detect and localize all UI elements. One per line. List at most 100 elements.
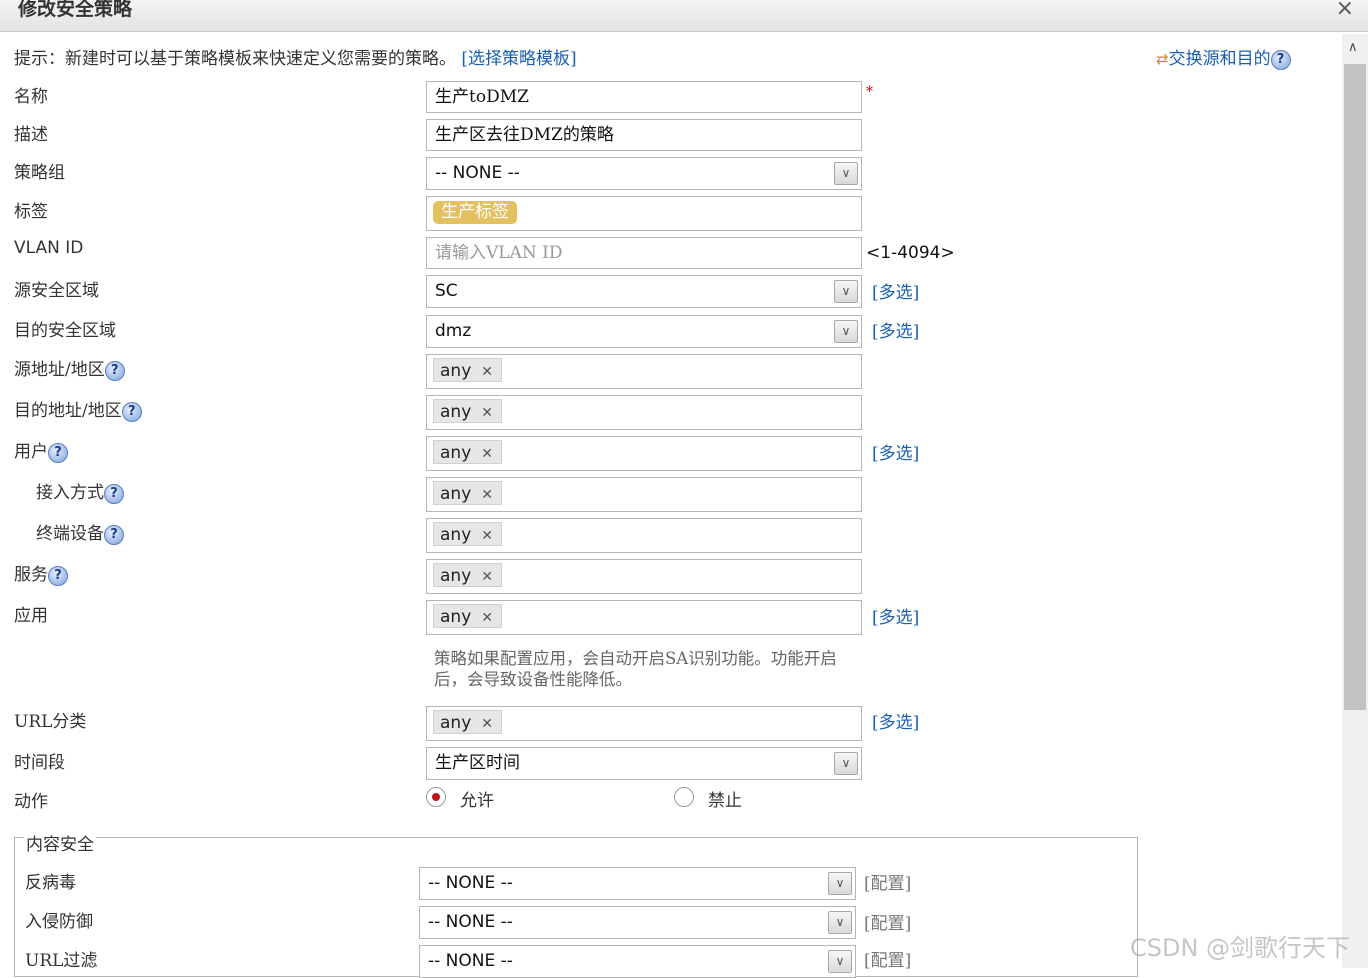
terminal-chip: any ✕ (433, 522, 502, 546)
dst-zone-multi-link[interactable]: [多选] (872, 317, 919, 342)
select-template-link[interactable]: [选择策略模板] (461, 49, 576, 69)
user-input[interactable]: any ✕ (426, 436, 862, 471)
app-multi-link[interactable]: [多选] (872, 603, 919, 628)
dst-addr-input[interactable]: any ✕ (426, 395, 862, 430)
access-label: 接入方式? (36, 478, 124, 504)
name-value: 生产toDMZ (435, 87, 529, 107)
src-zone-value: SC (435, 281, 458, 301)
desc-value: 生产区去往DMZ的策略 (435, 125, 614, 145)
chip-text: any (440, 713, 472, 733)
ips-select[interactable]: -- NONE -- ∨ (419, 906, 856, 939)
chip-text: any (440, 566, 472, 586)
chevron-down-icon[interactable]: ∨ (834, 162, 858, 185)
chip-text: any (440, 443, 472, 463)
chevron-down-icon[interactable]: ∨ (834, 752, 858, 775)
access-input[interactable]: any ✕ (426, 477, 862, 512)
help-icon[interactable]: ? (48, 565, 68, 586)
deny-label[interactable]: 禁止 (708, 786, 742, 811)
remove-icon[interactable]: ✕ (481, 446, 493, 462)
url-cat-multi-link[interactable]: [多选] (872, 708, 919, 733)
antivirus-label: 反病毒 (25, 873, 76, 893)
time-select[interactable]: 生产区时间 ∨ (426, 747, 862, 780)
url-filter-value: -- NONE -- (428, 951, 513, 971)
src-zone-select[interactable]: SC ∨ (426, 275, 862, 308)
chevron-down-icon[interactable]: ∨ (828, 911, 852, 934)
terminal-input[interactable]: any ✕ (426, 518, 862, 553)
remove-icon[interactable]: ✕ (481, 610, 493, 626)
swap-src-dst-link[interactable]: ⇄交换源和目的? (1156, 44, 1291, 70)
antivirus-config-link[interactable]: [配置] (864, 869, 911, 894)
help-icon[interactable]: ? (1270, 49, 1291, 70)
close-icon[interactable]: × (1336, 0, 1354, 21)
src-zone-label: 源安全区域 (14, 281, 99, 301)
dst-addr-label-text: 目的地址/地区 (14, 401, 122, 421)
desc-input[interactable]: 生产区去往DMZ的策略 (426, 119, 862, 151)
chevron-down-icon[interactable]: ∨ (834, 320, 858, 343)
remove-icon[interactable]: ✕ (481, 487, 493, 503)
url-cat-chip: any ✕ (433, 710, 502, 734)
time-value: 生产区时间 (435, 753, 520, 773)
chevron-down-icon[interactable]: ∨ (828, 872, 852, 895)
tag-input[interactable]: 生产标签 (426, 196, 862, 231)
service-label: 服务? (14, 560, 68, 586)
group-value: -- NONE -- (435, 163, 520, 183)
src-addr-label: 源地址/地区? (14, 355, 125, 381)
url-filter-label: URL过滤 (25, 951, 98, 971)
url-cat-label: URL分类 (14, 712, 87, 732)
vertical-scrollbar[interactable]: ∧ (1342, 34, 1368, 968)
help-icon[interactable]: ? (104, 360, 125, 381)
remove-icon[interactable]: ✕ (481, 364, 493, 380)
vlan-label: VLAN ID (14, 238, 84, 258)
user-multi-link[interactable]: [多选] (872, 439, 919, 464)
dst-zone-label: 目的安全区域 (14, 321, 116, 341)
remove-icon[interactable]: ✕ (481, 528, 493, 544)
app-note: 策略如果配置应用，会自动开启SA识别功能。功能开启 后，会导致设备性能降低。 (434, 648, 874, 690)
help-icon[interactable]: ? (48, 442, 68, 463)
remove-icon[interactable]: ✕ (481, 569, 493, 585)
vlan-placeholder: 请输入VLAN ID (435, 243, 563, 263)
content-security-legend: 内容安全 (24, 830, 96, 855)
remove-icon[interactable]: ✕ (481, 716, 493, 732)
swap-arrows-icon: ⇄ (1156, 50, 1169, 68)
terminal-label-text: 终端设备 (36, 524, 104, 544)
hint-text: 提示：新建时可以基于策略模板来快速定义您需要的策略。 (14, 49, 456, 69)
allow-radio[interactable] (426, 787, 446, 807)
deny-radio[interactable] (674, 787, 694, 807)
service-chip: any ✕ (433, 563, 502, 587)
allow-label[interactable]: 允许 (460, 786, 494, 811)
app-note-line1: 策略如果配置应用，会自动开启SA识别功能。功能开启 (434, 649, 837, 668)
app-input[interactable]: any ✕ (426, 600, 862, 635)
remove-icon[interactable]: ✕ (481, 405, 493, 421)
service-label-text: 服务 (14, 565, 48, 585)
antivirus-select[interactable]: -- NONE -- ∨ (419, 867, 856, 900)
hint-line: 提示：新建时可以基于策略模板来快速定义您需要的策略。 [选择策略模板] (14, 44, 577, 69)
group-select[interactable]: -- NONE -- ∨ (426, 157, 862, 190)
service-input[interactable]: any ✕ (426, 559, 862, 594)
chip-text: any (440, 607, 472, 627)
time-label: 时间段 (14, 753, 65, 773)
chevron-down-icon[interactable]: ∨ (828, 950, 852, 973)
name-input[interactable]: 生产toDMZ (426, 81, 862, 113)
scroll-up-icon[interactable]: ∧ (1348, 40, 1358, 55)
help-icon[interactable]: ? (104, 524, 124, 545)
help-icon[interactable]: ? (104, 483, 124, 504)
url-cat-input[interactable]: any ✕ (426, 706, 862, 741)
url-filter-config-link[interactable]: [配置] (864, 946, 911, 971)
chip-text: any (440, 402, 472, 422)
group-label: 策略组 (14, 163, 65, 183)
app-note-line2: 后，会导致设备性能降低。 (434, 670, 632, 689)
access-label-text: 接入方式 (36, 483, 104, 503)
ips-config-link[interactable]: [配置] (864, 909, 911, 934)
url-filter-select[interactable]: -- NONE -- ∨ (419, 945, 856, 978)
ips-label: 入侵防御 (25, 912, 93, 932)
user-label-text: 用户 (14, 442, 48, 462)
src-addr-input[interactable]: any ✕ (426, 354, 862, 389)
src-addr-label-text: 源地址/地区 (14, 360, 105, 380)
help-icon[interactable]: ? (121, 401, 142, 422)
vlan-input[interactable]: 请输入VLAN ID (426, 237, 862, 269)
scrollbar-thumb[interactable] (1344, 64, 1366, 710)
tag-chip[interactable]: 生产标签 (433, 201, 517, 224)
dst-zone-select[interactable]: dmz ∨ (426, 315, 862, 348)
src-zone-multi-link[interactable]: [多选] (872, 278, 919, 303)
chevron-down-icon[interactable]: ∨ (834, 280, 858, 303)
